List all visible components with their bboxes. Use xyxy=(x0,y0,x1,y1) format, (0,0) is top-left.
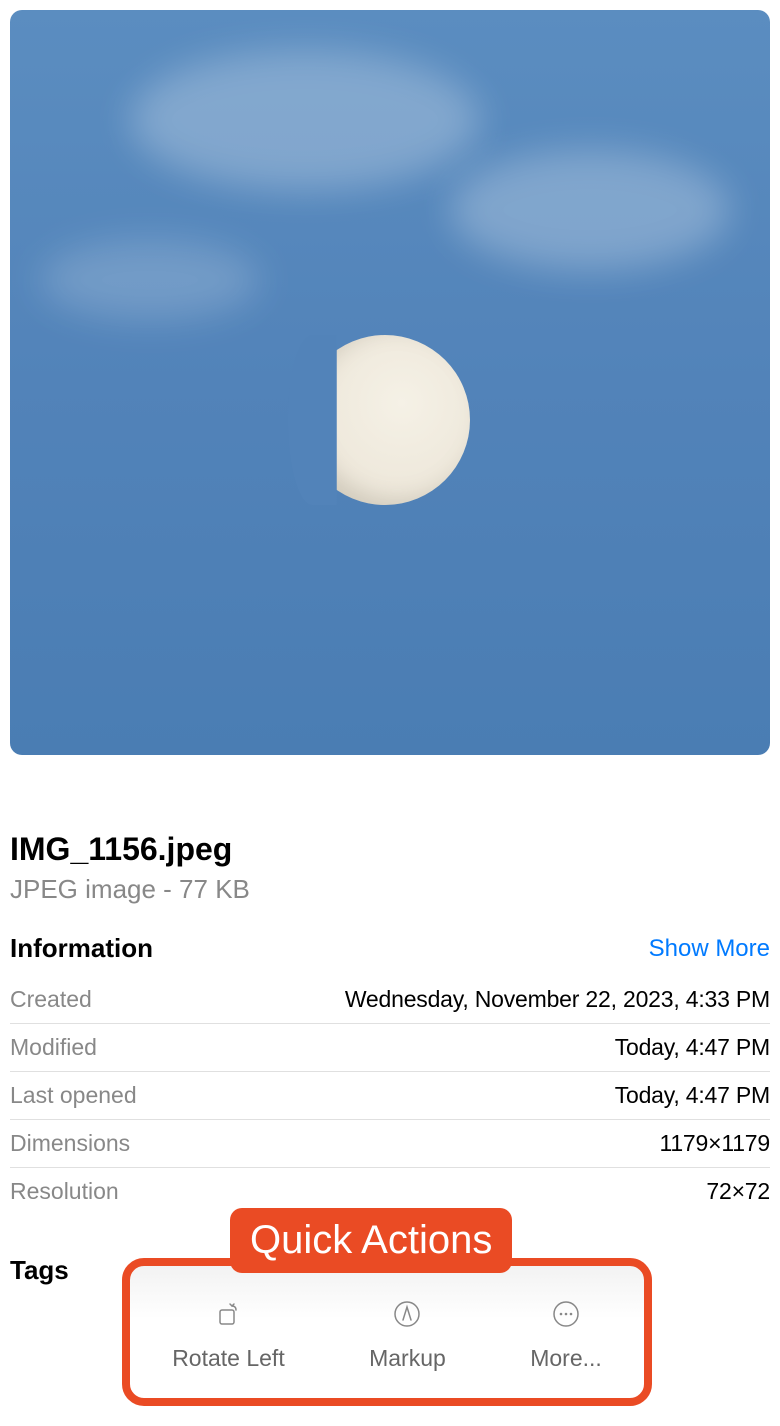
moon-shape xyxy=(300,335,470,505)
info-row-created: Created Wednesday, November 22, 2023, 4:… xyxy=(10,976,770,1024)
cloud-decoration xyxy=(40,240,260,320)
file-type-size: JPEG image - 77 KB xyxy=(10,874,770,905)
info-row-dimensions: Dimensions 1179×1179 xyxy=(10,1120,770,1168)
more-button[interactable]: More... xyxy=(530,1299,602,1372)
info-row-modified: Modified Today, 4:47 PM xyxy=(10,1024,770,1072)
quick-actions-badge: Quick Actions xyxy=(230,1208,512,1273)
preview-container xyxy=(0,0,780,765)
action-label: More... xyxy=(530,1345,602,1372)
file-name: IMG_1156.jpeg xyxy=(10,831,770,868)
quick-actions-highlight-box: Quick Actions Rotate Left Markup xyxy=(122,1258,652,1406)
info-table: Created Wednesday, November 22, 2023, 4:… xyxy=(10,976,770,1215)
image-preview[interactable] xyxy=(10,10,770,755)
action-label: Rotate Left xyxy=(172,1345,285,1372)
info-value: 1179×1179 xyxy=(659,1130,770,1157)
info-label: Dimensions xyxy=(10,1130,130,1157)
info-label: Last opened xyxy=(10,1082,137,1109)
info-value: 72×72 xyxy=(706,1178,770,1205)
info-value: Wednesday, November 22, 2023, 4:33 PM xyxy=(345,986,770,1013)
information-heading: Information xyxy=(10,933,153,964)
cloud-decoration xyxy=(450,150,730,270)
show-more-link[interactable]: Show More xyxy=(649,935,770,963)
markup-icon xyxy=(392,1299,422,1329)
more-icon xyxy=(551,1299,581,1329)
info-value: Today, 4:47 PM xyxy=(615,1082,770,1109)
rotate-left-icon xyxy=(213,1299,243,1329)
info-header: Information Show More xyxy=(10,933,770,964)
info-label: Resolution xyxy=(10,1178,119,1205)
cloud-decoration xyxy=(130,50,480,190)
action-label: Markup xyxy=(369,1345,446,1372)
info-value: Today, 4:47 PM xyxy=(615,1034,770,1061)
info-label: Modified xyxy=(10,1034,97,1061)
rotate-left-button[interactable]: Rotate Left xyxy=(172,1299,285,1372)
info-row-last-opened: Last opened Today, 4:47 PM xyxy=(10,1072,770,1120)
markup-button[interactable]: Markup xyxy=(369,1299,446,1372)
info-label: Created xyxy=(10,986,92,1013)
